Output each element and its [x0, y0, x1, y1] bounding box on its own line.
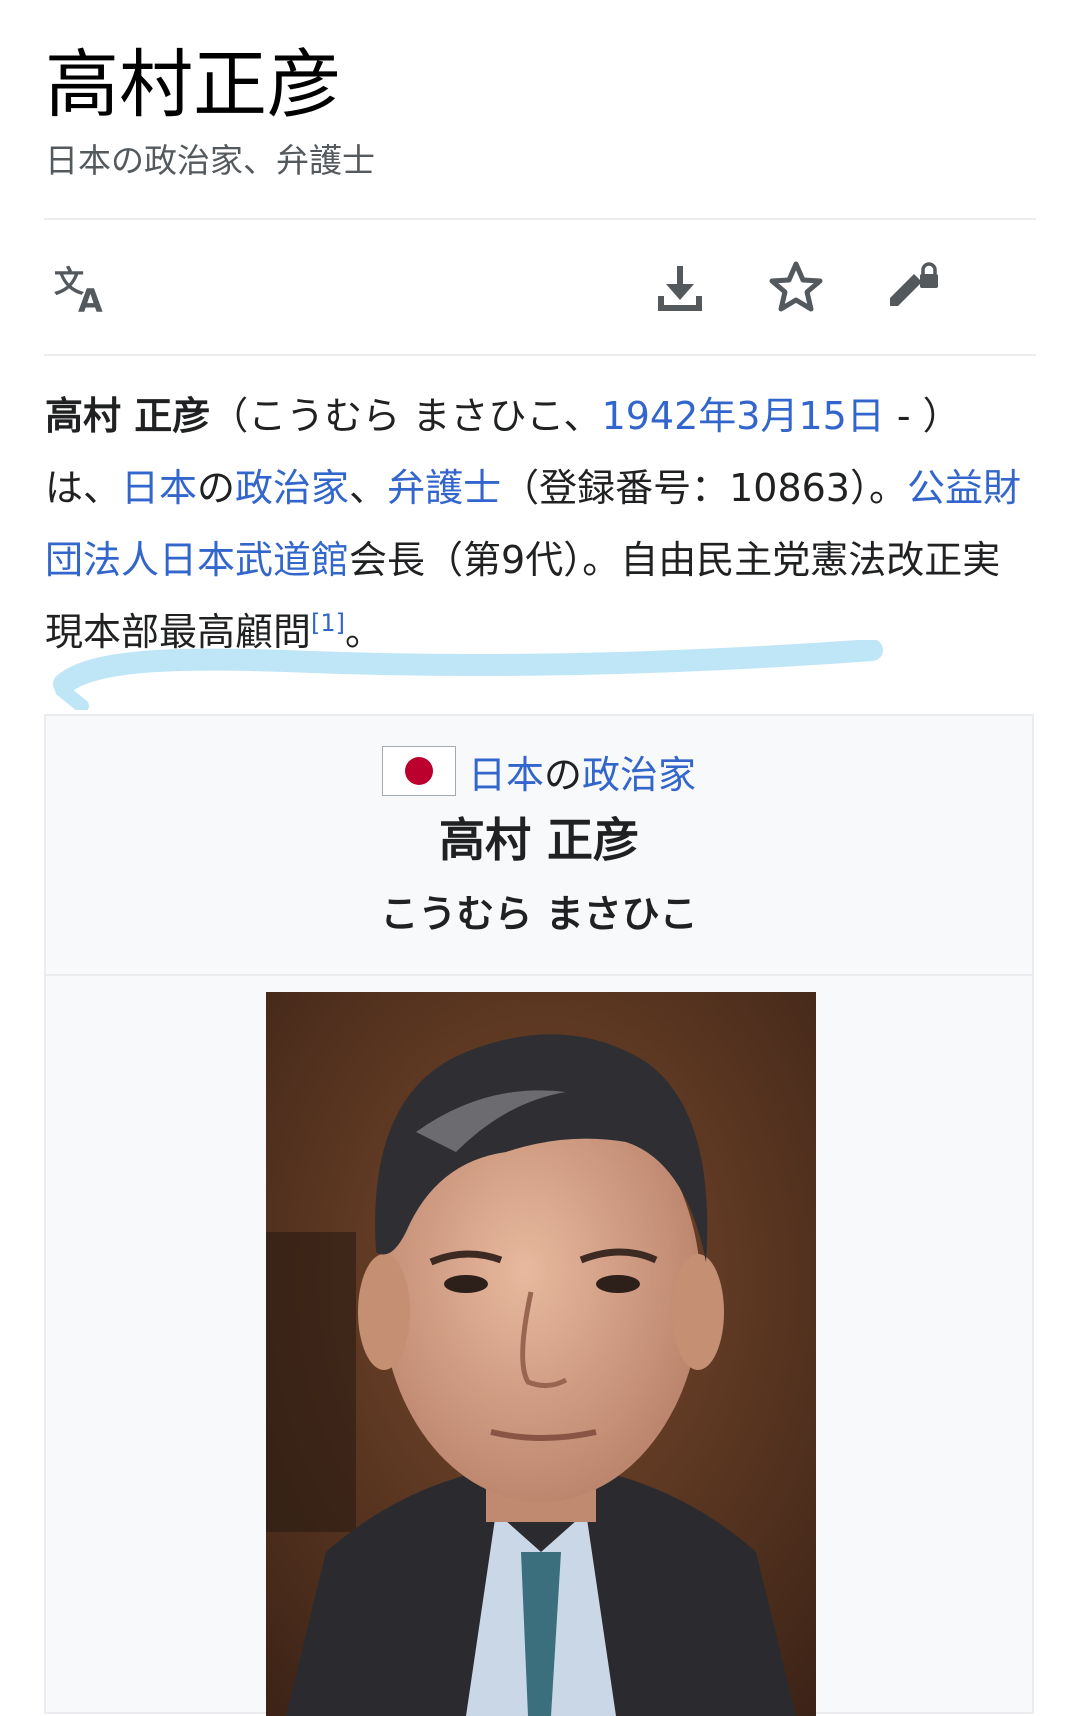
- page-description: 日本の政治家、弁護士: [45, 141, 375, 180]
- download-icon: [652, 260, 708, 316]
- highlight-stroke: [53, 640, 883, 710]
- birth-date-link[interactable]: 1942年3月15日: [602, 394, 885, 438]
- subject-name: 高村 正彦: [45, 394, 211, 438]
- japan-flag-icon[interactable]: [381, 746, 456, 796]
- infobox: 日本の政治家 高村 正彦 こうむら まさひこ: [44, 714, 1034, 1716]
- infobox-politician-link[interactable]: 政治家: [582, 753, 696, 797]
- lawyer-link[interactable]: 弁護士: [387, 466, 501, 510]
- translate-icon: 文 A: [50, 258, 110, 318]
- edit-lock-icon: [882, 258, 942, 318]
- page-title: 高村正彦: [45, 42, 341, 128]
- lead-paragraph: 高村 正彦（こうむら まさひこ、1942年3月15日 - ）は、日本の政治家、弁…: [45, 394, 1021, 654]
- top-divider: [44, 218, 1036, 220]
- star-icon: [767, 259, 825, 317]
- portrait-photo[interactable]: [266, 992, 816, 1716]
- language-button[interactable]: 文 A: [44, 252, 116, 324]
- edit-button[interactable]: [876, 252, 948, 324]
- infobox-name: 高村 正彦: [438, 813, 639, 867]
- reference-link[interactable]: [1]: [311, 609, 345, 637]
- infobox-category: 日本の政治家: [46, 746, 1032, 801]
- page-actions-toolbar: 文 A: [44, 232, 1036, 342]
- infobox-header: 日本の政治家 高村 正彦 こうむら まさひこ: [46, 716, 1032, 976]
- infobox-japan-link[interactable]: 日本: [468, 753, 544, 797]
- toolbar-divider: [44, 354, 1036, 356]
- infobox-reading: こうむら まさひこ: [380, 892, 698, 936]
- download-button[interactable]: [644, 252, 716, 324]
- politician-link[interactable]: 政治家: [235, 466, 349, 510]
- watch-button[interactable]: [760, 252, 832, 324]
- japan-link[interactable]: 日本: [121, 466, 197, 510]
- svg-text:A: A: [78, 282, 103, 318]
